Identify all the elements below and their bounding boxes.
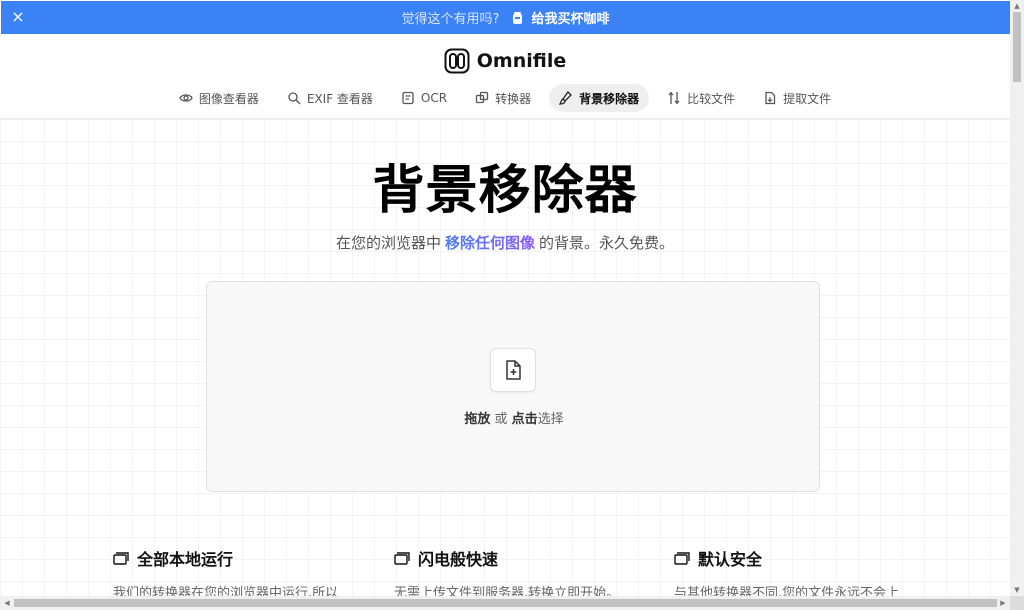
brush-icon [559,91,573,105]
close-banner-button[interactable]: × [9,8,27,26]
tab-exif-viewer[interactable]: EXIF 查看器 [277,84,383,112]
brand-name: Omnifile [476,50,567,72]
buy-coffee-label: 给我买杯咖啡 [531,12,610,27]
click-label: 点击 [511,412,538,427]
page-viewport: × 觉得这个有用吗? 给我买杯咖啡 Omnifile 图像查看器 EXIF 查看… [0,0,1010,596]
brand[interactable]: Omnifile [0,48,1010,74]
feature-local: 全部本地运行 我们的转换器在您的浏览器中运行,所以 [113,546,373,596]
subtitle-post: 的背景。永久免费。 [539,234,675,252]
feature-title: 闪电般快速 [418,550,499,569]
drag-label: 拖放 [464,412,491,427]
tab-label: 提取文件 [783,91,832,106]
scroll-down-arrow-icon[interactable]: ▼ [1013,586,1021,594]
feature-description: 我们的转换器在您的浏览器中运行,所以 [113,586,339,596]
coffee-cup-icon [511,11,525,25]
document-text-icon [402,91,414,105]
feature-description: 与其他转换器不同,您的文件永远不会上 [674,586,900,596]
tab-extract-files[interactable]: 提取文件 [753,84,841,112]
eye-icon [179,94,193,102]
feature-secure: 默认安全 与其他转换器不同,您的文件永远不会上 [674,546,934,596]
search-icon [288,92,301,105]
scrollbar-corner [1010,596,1024,610]
banner-question: 觉得这个有用吗? [401,12,500,27]
scroll-up-arrow-icon[interactable]: ▲ [1013,2,1021,10]
cards-icon [674,552,690,565]
cards-icon [113,552,129,565]
tab-label: 背景移除器 [579,91,640,106]
feature-description: 无需上传文件到服务器,转换立即开始。 [394,586,620,596]
feature-fast: 闪电般快速 无需上传文件到服务器,转换立即开始。 [394,546,654,596]
page-subtitle: 在您的浏览器中 移除任何图像 的背景。永久免费。 [0,232,1010,253]
tab-ocr[interactable]: OCR [391,84,457,112]
page-title: 背景移除器 [372,161,638,221]
add-file-icon [490,348,536,392]
tab-image-viewer[interactable]: 图像查看器 [169,84,269,112]
scroll-right-arrow-icon[interactable]: ▶ [999,599,1007,607]
scroll-left-arrow-icon[interactable]: ◀ [3,599,11,607]
convert-icon [475,91,489,104]
feature-title: 全部本地运行 [137,550,234,569]
tab-label: OCR [420,91,448,105]
dropzone-hint: 拖放 或 点击选择 [207,408,821,427]
cards-icon [394,552,410,565]
or-label: 或 [490,412,512,427]
tool-nav: 图像查看器 EXIF 查看器 OCR 转换器 背景移除器 比较文件 提取文件 [0,84,1010,112]
support-banner: × 觉得这个有用吗? 给我买杯咖啡 [1,1,1010,34]
subtitle-highlight: 移除任何图像 [444,234,535,252]
feature-title: 默认安全 [698,550,763,569]
vertical-scrollbar[interactable]: ▲ ▼ [1010,0,1024,596]
tab-background-remover[interactable]: 背景移除器 [549,84,650,112]
compare-icon [668,92,680,104]
select-label: 选择 [537,412,564,427]
vertical-scroll-thumb[interactable] [1013,12,1021,82]
tab-compare-files[interactable]: 比较文件 [657,84,745,112]
tab-label: 转换器 [495,91,532,106]
omnifile-logo-icon [444,48,470,74]
tab-label: 比较文件 [687,91,736,106]
tab-converter[interactable]: 转换器 [465,84,541,112]
subtitle-pre: 在您的浏览器中 [335,234,441,252]
tab-label: EXIF 查看器 [306,91,373,106]
extract-file-icon [765,91,776,105]
buy-coffee-link[interactable]: 给我买杯咖啡 [511,8,609,27]
tab-label: 图像查看器 [198,91,259,106]
file-dropzone[interactable]: 拖放 或 点击选择 [206,281,820,492]
horizontal-scrollbar[interactable]: ◀ ▶ [0,596,1010,610]
horizontal-scroll-thumb[interactable] [14,599,997,607]
